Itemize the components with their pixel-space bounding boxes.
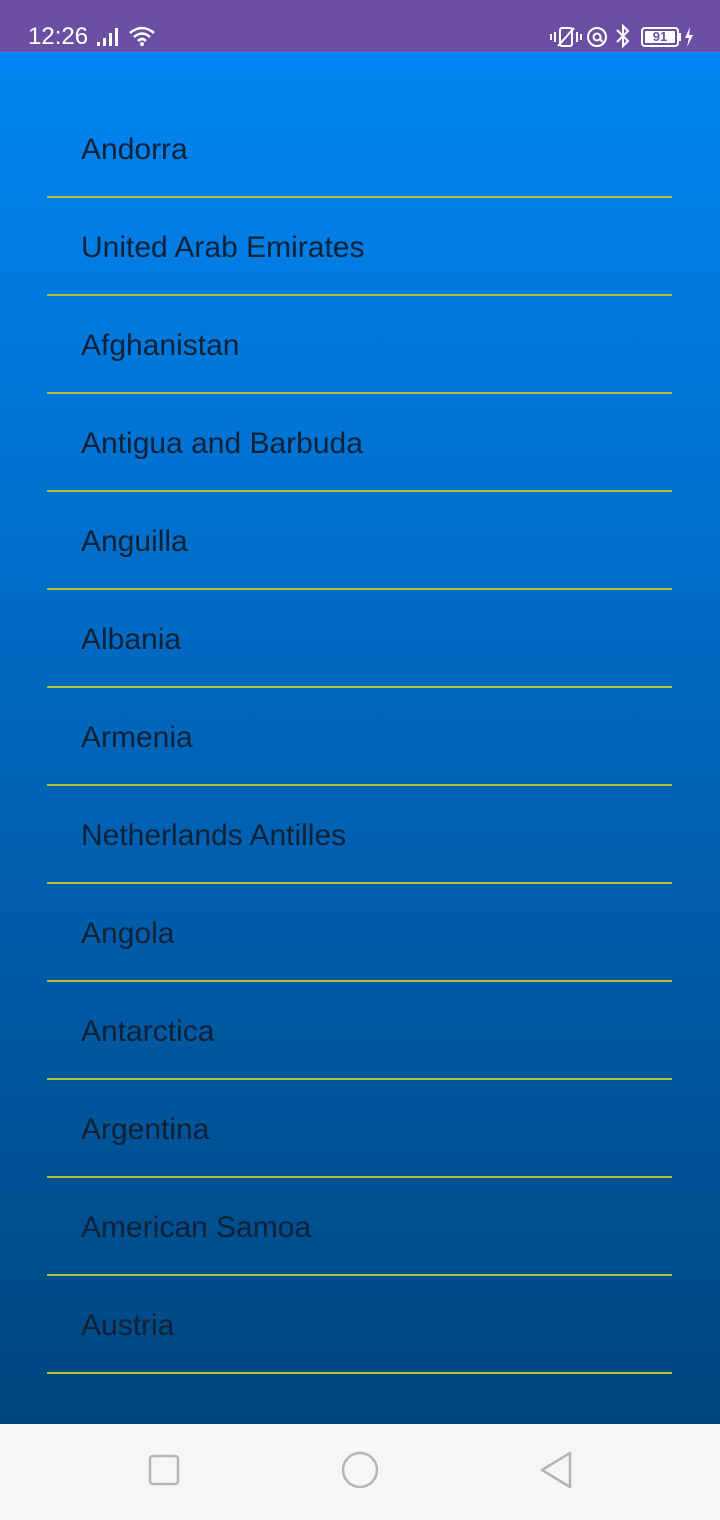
at-sign-icon <box>586 26 608 53</box>
vibrate-icon <box>550 26 582 53</box>
list-item-label: United Arab Emirates <box>81 231 365 264</box>
list-item[interactable]: Armenia <box>47 688 672 786</box>
status-bar: 12:26 91 <box>0 0 720 52</box>
list-item[interactable]: Albania <box>47 590 672 688</box>
list-item[interactable]: Anguilla <box>47 492 672 590</box>
list-item-label: Antigua and Barbuda <box>81 427 363 460</box>
list-item-label: Armenia <box>81 721 193 754</box>
wifi-icon <box>128 25 156 52</box>
list-item[interactable]: Argentina <box>47 1080 672 1178</box>
list-item[interactable]: Angola <box>47 884 672 982</box>
list-item-label: Andorra <box>81 133 188 166</box>
list-item-label: Netherlands Antilles <box>81 819 347 852</box>
list-item[interactable]: Antarctica <box>47 982 672 1080</box>
charging-icon <box>684 27 694 52</box>
country-list-screen: Andorra United Arab Emirates Afghanistan An… <box>0 52 720 1424</box>
recents-button[interactable] <box>140 1448 188 1496</box>
list-item[interactable]: Antigua and Barbuda <box>47 394 672 492</box>
home-circle-icon <box>341 1451 379 1494</box>
list-item[interactable]: Netherlands Antilles <box>47 786 672 884</box>
battery-level: 91 <box>652 29 668 44</box>
list-item-label: Antarctica <box>81 1015 215 1048</box>
home-button[interactable] <box>336 1448 384 1496</box>
list-item[interactable]: United Arab Emirates <box>47 198 672 296</box>
list-item-label: American Samoa <box>81 1211 312 1244</box>
back-triangle-icon <box>539 1451 573 1494</box>
status-time: 12:26 <box>28 23 89 50</box>
signal-icon <box>96 28 118 51</box>
list-item-label: Austria <box>81 1309 175 1342</box>
list-item-label: Anguilla <box>81 525 188 558</box>
bluetooth-icon <box>614 23 632 53</box>
list-item-label: Argentina <box>81 1113 210 1146</box>
list-item[interactable]: Austria <box>47 1276 672 1374</box>
recents-square-icon <box>148 1454 180 1491</box>
navigation-bar <box>0 1424 720 1520</box>
list-item-label: Angola <box>81 917 175 950</box>
list-item[interactable]: Afghanistan <box>47 296 672 394</box>
list-item-label: Afghanistan <box>81 329 240 362</box>
list-item[interactable]: Andorra <box>47 100 672 198</box>
list-item[interactable]: American Samoa <box>47 1178 672 1276</box>
country-list[interactable]: Andorra United Arab Emirates Afghanistan An… <box>47 100 672 1374</box>
back-button[interactable] <box>532 1448 580 1496</box>
list-item-label: Albania <box>81 623 182 656</box>
